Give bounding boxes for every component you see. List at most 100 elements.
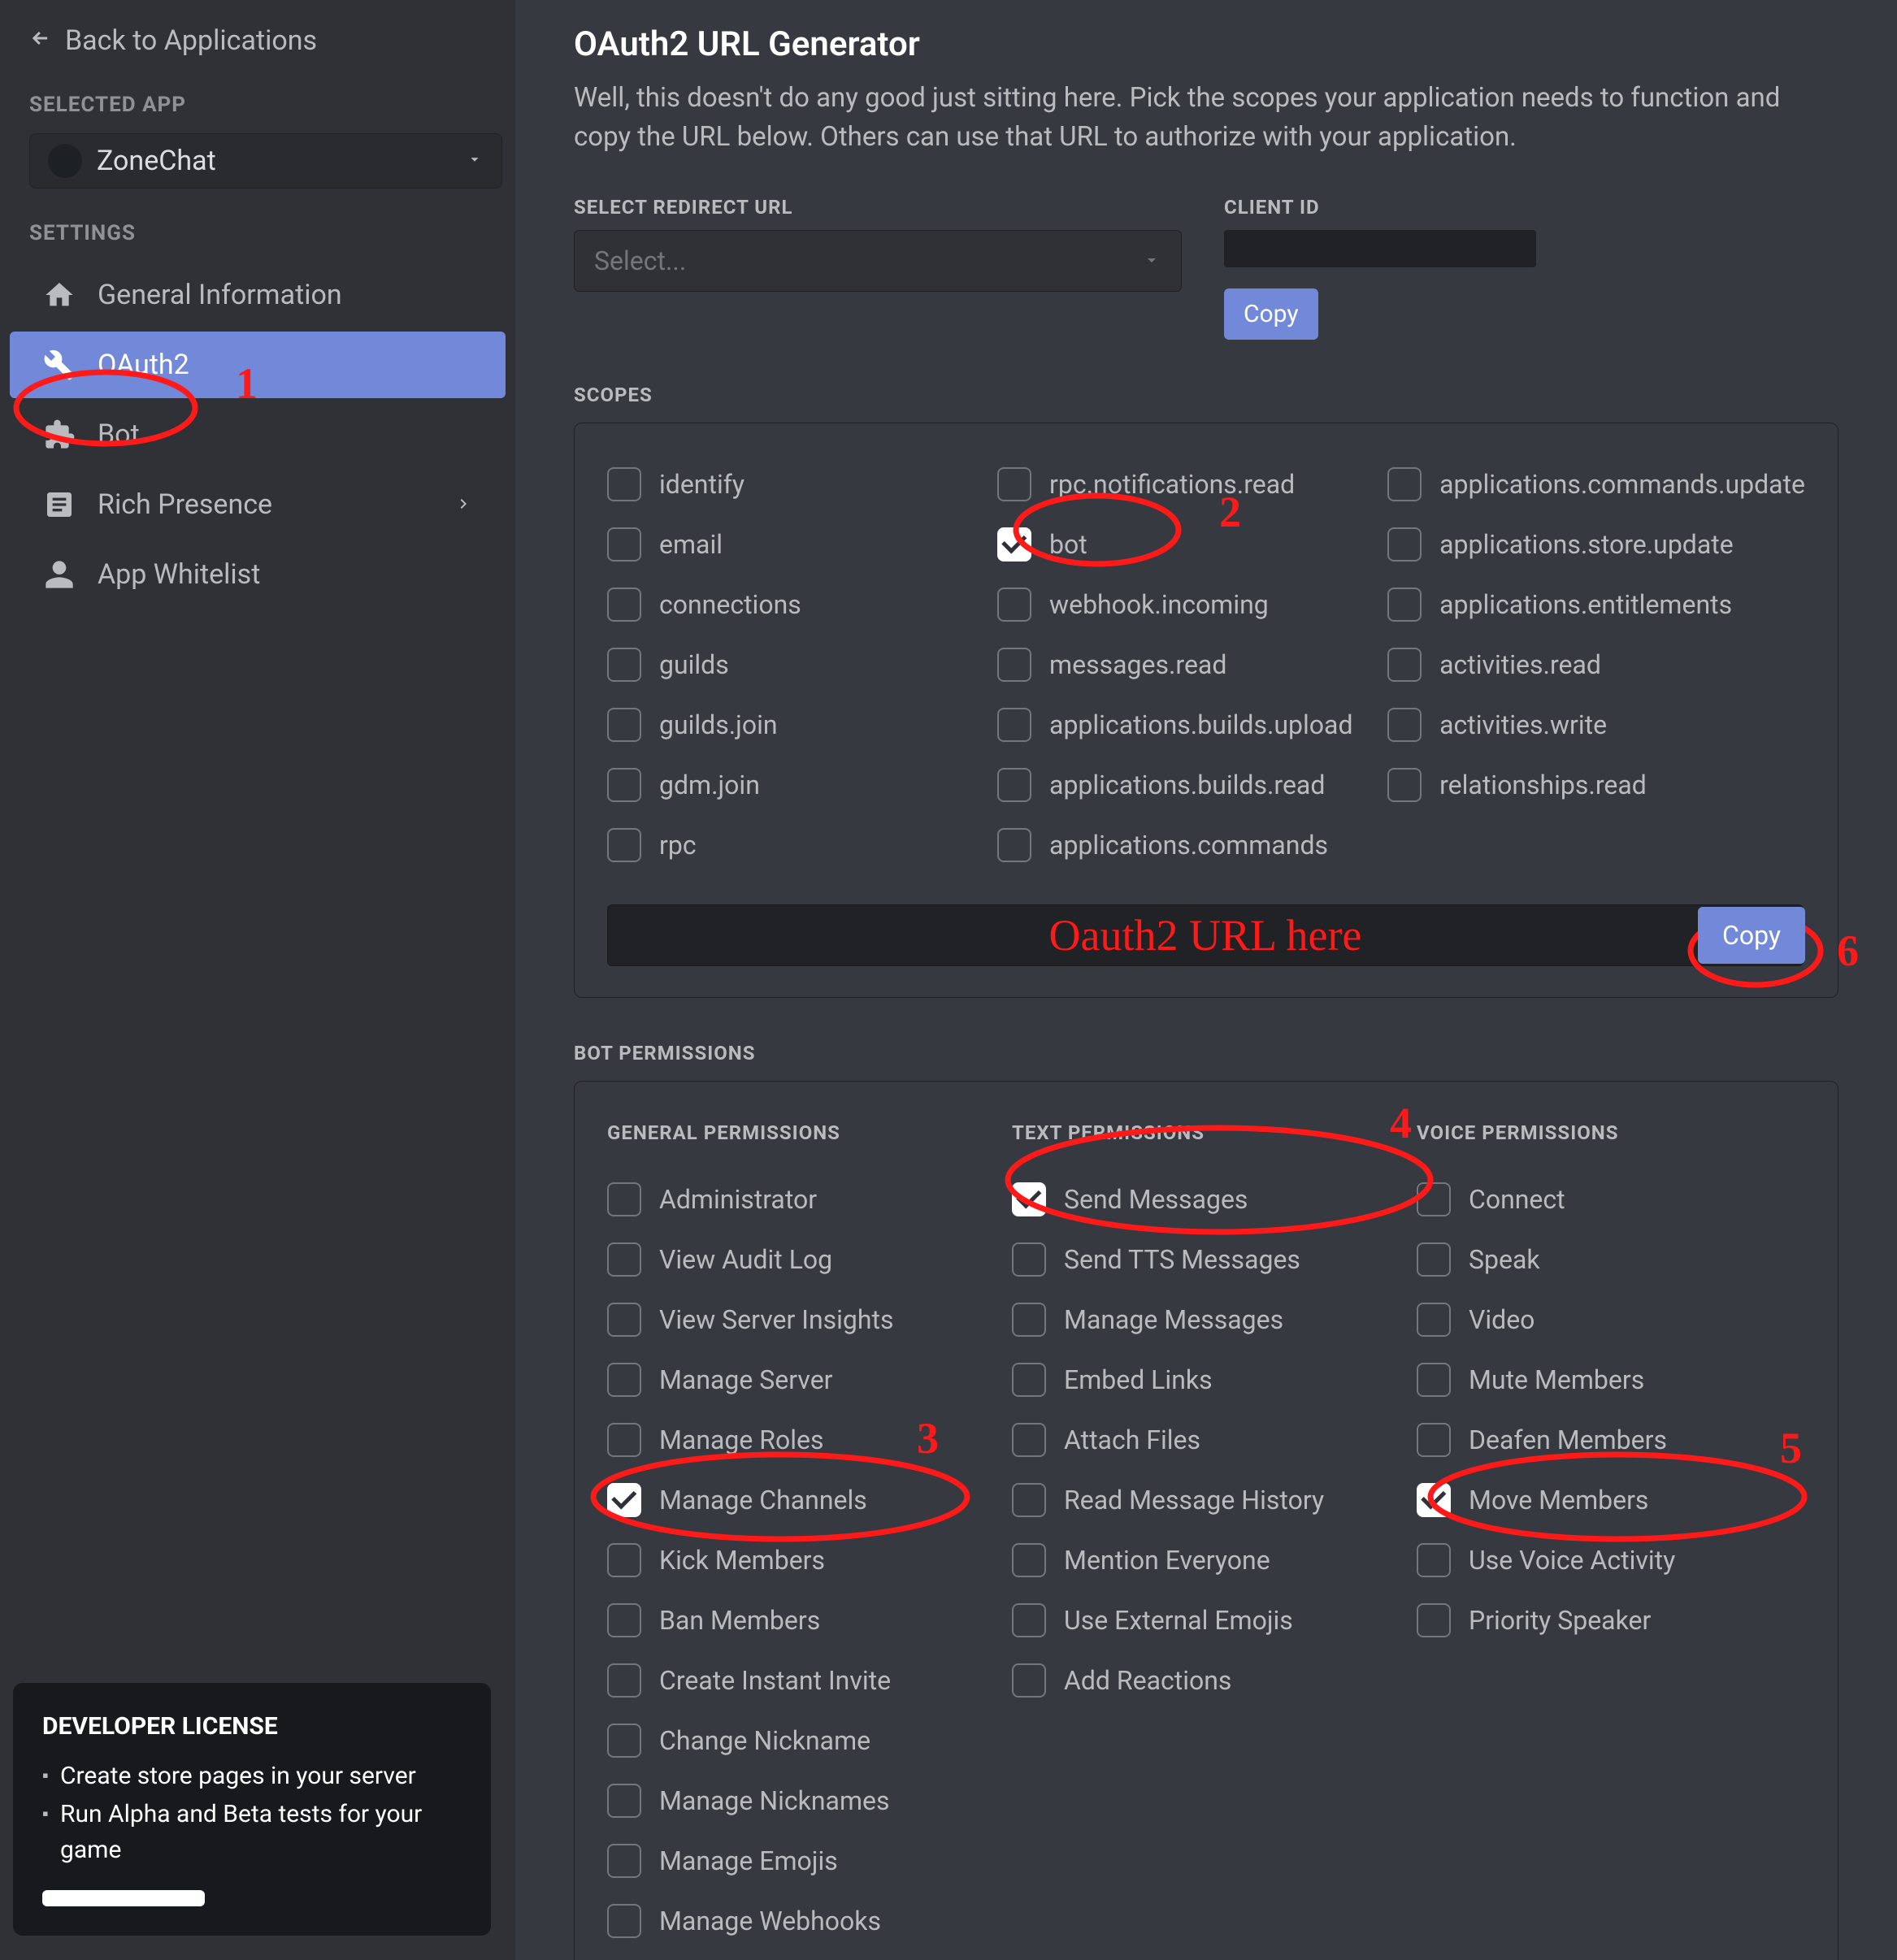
person-icon	[42, 557, 76, 592]
perm-speak[interactable]: Speak	[1417, 1229, 1805, 1290]
check-label: gdm.join	[659, 770, 760, 800]
perm-video[interactable]: Video	[1417, 1290, 1805, 1350]
checkbox-icon	[1012, 1363, 1046, 1397]
scope-applications-store-update[interactable]: applications.store.update	[1387, 514, 1805, 575]
checkbox-icon	[607, 768, 641, 802]
perm-view-channels[interactable]: View Channels	[607, 1951, 996, 1960]
perm-change-nickname[interactable]: Change Nickname	[607, 1711, 996, 1771]
sidebar: Back to Applications SELECTED APP ZoneCh…	[0, 0, 515, 1960]
perm-manage-nicknames[interactable]: Manage Nicknames	[607, 1771, 996, 1831]
scope-gdm-join[interactable]: gdm.join	[607, 755, 981, 815]
perm-column-title-text: TEXT PERMISSIONS	[1012, 1112, 1400, 1153]
app-avatar-icon	[48, 144, 82, 178]
perm-manage-webhooks[interactable]: Manage Webhooks	[607, 1891, 996, 1951]
check-label: relationships.read	[1439, 770, 1647, 800]
perm-view-server-insights[interactable]: View Server Insights	[607, 1290, 996, 1350]
perm-embed-links[interactable]: Embed Links	[1012, 1350, 1400, 1410]
perm-use-voice-activity[interactable]: Use Voice Activity	[1417, 1530, 1805, 1590]
perm-ban-members[interactable]: Ban Members	[607, 1590, 996, 1650]
scope-guilds[interactable]: guilds	[607, 635, 981, 695]
scope-messages-read[interactable]: messages.read	[997, 635, 1371, 695]
redirect-url-select[interactable]: Select...	[574, 230, 1182, 292]
perm-read-message-history[interactable]: Read Message History	[1012, 1470, 1400, 1530]
check-label: Priority Speaker	[1469, 1605, 1651, 1636]
arrow-left-icon	[29, 24, 52, 57]
perm-add-reactions[interactable]: Add Reactions	[1012, 1650, 1400, 1711]
check-label: guilds	[659, 649, 729, 680]
check-label: activities.read	[1439, 649, 1601, 680]
perm-send-tts-messages[interactable]: Send TTS Messages	[1012, 1229, 1400, 1290]
scope-applications-commands-update[interactable]: applications.commands.update	[1387, 454, 1805, 514]
check-label: Connect	[1469, 1184, 1565, 1215]
oauth-url-box[interactable]: Oauth2 URL here	[607, 904, 1804, 966]
perm-manage-roles[interactable]: Manage Roles	[607, 1410, 996, 1470]
perm-manage-emojis[interactable]: Manage Emojis	[607, 1831, 996, 1891]
scope-rpc[interactable]: rpc	[607, 815, 981, 875]
checkbox-icon	[1387, 708, 1422, 742]
perm-mention-everyone[interactable]: Mention Everyone	[1012, 1530, 1400, 1590]
check-label: applications.commands.update	[1439, 469, 1805, 500]
scope-webhook-incoming[interactable]: webhook.incoming	[997, 575, 1371, 635]
client-id-copy-button[interactable]: Copy	[1224, 288, 1318, 340]
sidebar-item-oauth2[interactable]: OAuth2	[10, 332, 506, 398]
license-cta-button[interactable]	[42, 1890, 205, 1906]
perm-attach-files[interactable]: Attach Files	[1012, 1410, 1400, 1470]
perm-view-audit-log[interactable]: View Audit Log	[607, 1229, 996, 1290]
scope-connections[interactable]: connections	[607, 575, 981, 635]
scope-bot[interactable]: bot	[997, 514, 1371, 575]
perm-administrator[interactable]: Administrator	[607, 1169, 996, 1229]
check-label: Send TTS Messages	[1064, 1244, 1300, 1275]
scope-activities-write[interactable]: activities.write	[1387, 695, 1805, 755]
check-label: Manage Server	[659, 1364, 833, 1395]
perm-mute-members[interactable]: Mute Members	[1417, 1350, 1805, 1410]
scope-relationships-read[interactable]: relationships.read	[1387, 755, 1805, 815]
check-label: identify	[659, 469, 744, 500]
check-label: Attach Files	[1064, 1424, 1200, 1455]
scope-applications-commands[interactable]: applications.commands	[997, 815, 1371, 875]
app-selector-dropdown[interactable]: ZoneChat	[29, 133, 502, 189]
check-label: connections	[659, 589, 801, 620]
scope-applications-builds-read[interactable]: applications.builds.read	[997, 755, 1371, 815]
perm-manage-channels[interactable]: Manage Channels	[607, 1470, 996, 1530]
sidebar-item-general[interactable]: General Information	[10, 262, 506, 328]
perm-manage-server[interactable]: Manage Server	[607, 1350, 996, 1410]
perm-deafen-members[interactable]: Deafen Members	[1417, 1410, 1805, 1470]
scope-email[interactable]: email	[607, 514, 981, 575]
scope-applications-entitlements[interactable]: applications.entitlements	[1387, 575, 1805, 635]
checkbox-icon	[997, 588, 1031, 622]
checkbox-icon	[997, 467, 1031, 501]
perm-connect[interactable]: Connect	[1417, 1169, 1805, 1229]
check-label: Mention Everyone	[1064, 1545, 1270, 1576]
scope-activities-read[interactable]: activities.read	[1387, 635, 1805, 695]
oauth-url-copy-button[interactable]: Copy	[1698, 907, 1805, 964]
checkbox-icon	[607, 588, 641, 622]
perm-use-external-emojis[interactable]: Use External Emojis	[1012, 1590, 1400, 1650]
back-to-applications-link[interactable]: Back to Applications	[29, 24, 502, 57]
perm-kick-members[interactable]: Kick Members	[607, 1530, 996, 1590]
note-icon	[42, 488, 76, 522]
check-label: Move Members	[1469, 1485, 1648, 1516]
sidebar-item-rich[interactable]: Rich Presence	[10, 471, 506, 538]
checkbox-icon	[607, 1603, 641, 1637]
client-id-value	[1224, 230, 1536, 267]
checkbox-icon	[1417, 1423, 1451, 1457]
scope-identify[interactable]: identify	[607, 454, 981, 514]
scope-rpc-notifications-read[interactable]: rpc.notifications.read	[997, 454, 1371, 514]
check-label: rpc	[659, 830, 697, 861]
check-label: Mute Members	[1469, 1364, 1644, 1395]
scope-guilds-join[interactable]: guilds.join	[607, 695, 981, 755]
perm-move-members[interactable]: Move Members	[1417, 1470, 1805, 1530]
redirect-placeholder: Select...	[594, 245, 686, 276]
sidebar-item-bot[interactable]: Bot	[10, 401, 506, 468]
sidebar-item-whitelist[interactable]: App Whitelist	[10, 541, 506, 608]
perm-priority-speaker[interactable]: Priority Speaker	[1417, 1590, 1805, 1650]
home-icon	[42, 278, 76, 312]
check-label: Manage Messages	[1064, 1304, 1283, 1335]
license-bullet: Run Alpha and Beta tests for your game	[42, 1797, 462, 1867]
perm-create-instant-invite[interactable]: Create Instant Invite	[607, 1650, 996, 1711]
check-label: Manage Emojis	[659, 1845, 838, 1876]
scope-applications-builds-upload[interactable]: applications.builds.upload	[997, 695, 1371, 755]
perm-send-messages[interactable]: Send Messages	[1012, 1169, 1400, 1229]
check-label: Embed Links	[1064, 1364, 1213, 1395]
perm-manage-messages[interactable]: Manage Messages	[1012, 1290, 1400, 1350]
